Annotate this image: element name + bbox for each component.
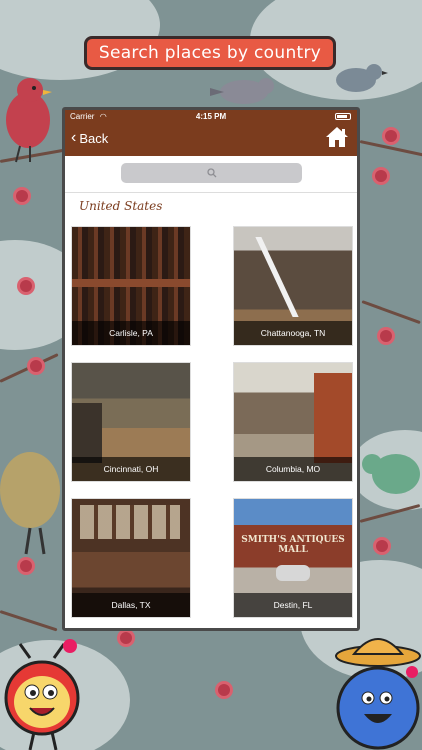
app-screen: Carrier ◠ 4:15 PM ‹ Back United States C… — [62, 107, 360, 631]
place-name: Columbia, MO — [234, 457, 352, 481]
back-label: Back — [79, 130, 109, 146]
search-bar[interactable] — [121, 163, 302, 183]
bird-icon — [6, 78, 52, 163]
home-icon[interactable] — [325, 126, 349, 148]
place-name: Cincinnati, OH — [72, 457, 190, 481]
status-bar: Carrier ◠ 4:15 PM — [65, 110, 357, 124]
flower-icon — [380, 330, 392, 342]
red-character-icon — [4, 639, 80, 750]
battery-icon — [335, 113, 351, 120]
flower-icon — [376, 540, 388, 552]
store-sign-text: SMITH'S ANTIQUES MALL — [241, 535, 345, 555]
search-area — [65, 156, 357, 193]
branch — [0, 610, 58, 632]
place-card[interactable]: Cincinnati, OH — [72, 363, 190, 481]
flower-icon — [120, 632, 132, 644]
bird-icon — [210, 78, 274, 104]
search-input[interactable] — [121, 163, 302, 183]
place-name: Dallas, TX — [72, 593, 190, 617]
flower-icon — [20, 280, 32, 292]
place-card[interactable]: Columbia, MO — [234, 363, 352, 481]
back-button[interactable]: ‹ Back — [71, 130, 108, 146]
title-banner: Search places by country — [84, 36, 336, 70]
country-heading: United States — [79, 199, 163, 213]
place-card[interactable]: Carlisle, PA — [72, 227, 190, 345]
place-name: Carlisle, PA — [72, 321, 190, 345]
flower-icon — [218, 684, 230, 696]
branch — [359, 140, 422, 158]
branch — [0, 353, 59, 383]
navigation-bar: Carrier ◠ 4:15 PM ‹ Back — [65, 110, 357, 156]
chevron-left-icon: ‹ — [71, 129, 77, 146]
place-card[interactable]: Chattanooga, TN — [234, 227, 352, 345]
bird-icon — [362, 454, 420, 494]
place-name: Destin, FL — [234, 593, 352, 617]
place-card[interactable]: Dallas, TX — [72, 499, 190, 617]
flower-icon — [30, 360, 42, 372]
bird-icon — [336, 64, 388, 92]
bird-icon — [0, 452, 60, 555]
flower-icon — [385, 130, 397, 142]
place-card[interactable]: SMITH'S ANTIQUES MALL Destin, FL — [234, 499, 352, 617]
branch — [361, 300, 421, 325]
blue-character-icon — [335, 638, 421, 750]
status-time: 4:15 PM — [195, 112, 227, 121]
flower-icon — [16, 190, 28, 202]
place-name: Chattanooga, TN — [234, 321, 352, 345]
flower-icon — [375, 170, 387, 182]
